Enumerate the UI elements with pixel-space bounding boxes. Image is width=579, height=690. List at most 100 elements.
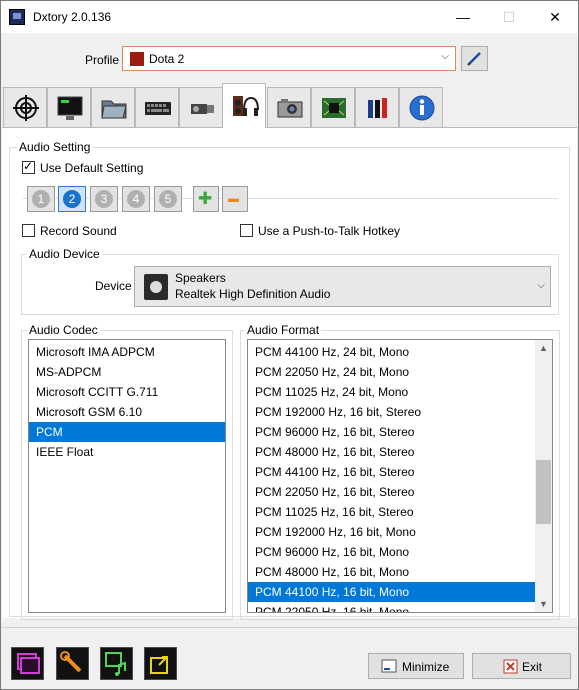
- tab-chip[interactable]: [311, 87, 355, 127]
- maximize-window-button[interactable]: ☐: [486, 1, 532, 33]
- audio-codec-list[interactable]: Microsoft IMA ADPCM MS-ADPCM Microsoft C…: [28, 339, 226, 613]
- exit-icon: [503, 659, 518, 674]
- app-window: Dxtory 2.0.136 — ☐ ✕ Profile Dota 2 ⌵ Au…: [0, 0, 579, 690]
- tab-audio[interactable]: [222, 83, 266, 128]
- list-item[interactable]: PCM 22050 Hz, 16 bit, Mono: [248, 602, 535, 612]
- window-title: Dxtory 2.0.136: [33, 10, 112, 24]
- list-item[interactable]: PCM 192000 Hz, 16 bit, Stereo: [248, 402, 535, 422]
- list-item[interactable]: Microsoft GSM 6.10: [29, 402, 225, 422]
- profile-label: Profile: [85, 53, 120, 67]
- list-item[interactable]: PCM 192000 Hz, 16 bit, Mono: [248, 522, 535, 542]
- list-item[interactable]: PCM 96000 Hz, 16 bit, Stereo: [248, 422, 535, 442]
- info-icon: [409, 95, 435, 121]
- chevron-down-icon: ⌵: [537, 280, 545, 291]
- add-slot-button[interactable]: ✚: [193, 186, 219, 212]
- wrench-icon: [60, 651, 82, 673]
- profile-select[interactable]: Dota 2 ⌵: [122, 46, 456, 71]
- list-item[interactable]: PCM 22050 Hz, 24 bit, Mono: [248, 362, 535, 382]
- minimize-window-icon: [381, 659, 397, 673]
- app-icon: [9, 9, 25, 25]
- push-to-talk-label: Use a Push-to-Talk Hotkey: [258, 224, 401, 238]
- minimize-window-button[interactable]: —: [440, 1, 486, 33]
- tab-video[interactable]: [47, 87, 91, 127]
- scroll-thumb[interactable]: [536, 460, 551, 524]
- keyboard-icon: [145, 102, 171, 115]
- list-item[interactable]: Microsoft IMA ADPCM: [29, 342, 225, 362]
- list-item[interactable]: IEEE Float: [29, 442, 225, 462]
- chevron-down-icon: ⌵: [441, 51, 449, 62]
- list-item[interactable]: PCM 11025 Hz, 16 bit, Stereo: [248, 502, 535, 522]
- minimize-label: Minimize: [402, 660, 450, 674]
- use-default-label: Use Default Setting: [40, 161, 144, 175]
- audio-format-list[interactable]: PCM 44100 Hz, 24 bit, Mono PCM 22050 Hz,…: [247, 339, 553, 613]
- speaker-icon: [144, 274, 168, 300]
- list-item-selected[interactable]: PCM: [29, 422, 225, 442]
- scroll-up-icon[interactable]: ▲: [539, 343, 548, 353]
- plus-icon: ✚: [198, 189, 213, 208]
- scroll-down-icon[interactable]: ▼: [539, 599, 548, 609]
- record-sound-checkbox[interactable]: [22, 224, 35, 237]
- export-button[interactable]: [144, 647, 177, 680]
- remove-slot-button[interactable]: ▬: [222, 186, 248, 212]
- camcorder-icon: [191, 104, 214, 114]
- slot-button-5[interactable]: 5: [154, 186, 182, 212]
- tab-folder[interactable]: [91, 87, 135, 127]
- tab-camera[interactable]: [267, 87, 311, 127]
- profile-value: Dota 2: [149, 52, 185, 66]
- windows-button[interactable]: [11, 647, 44, 680]
- slot-button-4[interactable]: 4: [122, 186, 150, 212]
- footer-divider: [1, 627, 578, 628]
- pen-icon: [467, 52, 481, 66]
- export-icon: [150, 656, 168, 674]
- list-item[interactable]: PCM 22050 Hz, 16 bit, Stereo: [248, 482, 535, 502]
- list-item[interactable]: PCM 44100 Hz, 24 bit, Mono: [248, 342, 535, 362]
- tab-keyboard[interactable]: [135, 87, 179, 127]
- tab-camcorder[interactable]: [179, 87, 223, 127]
- format-scrollbar[interactable]: ▲ ▼: [535, 340, 552, 612]
- slot-button-1[interactable]: 1: [27, 186, 55, 212]
- minus-icon: ▬: [228, 193, 239, 205]
- music-monitor-icon: [105, 652, 126, 676]
- folder-icon: [101, 100, 127, 119]
- push-to-talk-checkbox[interactable]: [240, 224, 253, 237]
- audio-codec-label: Audio Codec: [27, 323, 100, 337]
- slot-button-3[interactable]: 3: [90, 186, 118, 212]
- audio-setting-label: Audio Setting: [17, 140, 93, 154]
- audio-device-label: Audio Device: [27, 247, 102, 261]
- device-driver: Realtek High Definition Audio: [175, 287, 331, 301]
- tools-icon: [368, 98, 387, 118]
- headphones-icon: [233, 96, 259, 116]
- audio-format-label: Audio Format: [245, 323, 322, 337]
- camera-icon: [277, 99, 303, 118]
- audio-output-button[interactable]: [100, 647, 133, 680]
- exit-button[interactable]: Exit: [472, 653, 571, 679]
- tab-info[interactable]: [399, 87, 443, 127]
- device-name: Speakers: [175, 271, 226, 285]
- list-item[interactable]: PCM 44100 Hz, 16 bit, Stereo: [248, 462, 535, 482]
- list-item-selected[interactable]: PCM 44100 Hz, 16 bit, Mono: [248, 582, 535, 602]
- device-select[interactable]: Speakers Realtek High Definition Audio ⌵: [134, 266, 551, 307]
- edit-profile-button[interactable]: [461, 46, 488, 71]
- chip-icon: [322, 98, 346, 118]
- list-item[interactable]: PCM 48000 Hz, 16 bit, Mono: [248, 562, 535, 582]
- use-default-checkbox[interactable]: [22, 159, 35, 174]
- list-item[interactable]: PCM 48000 Hz, 16 bit, Stereo: [248, 442, 535, 462]
- exit-label: Exit: [522, 660, 543, 674]
- list-item[interactable]: MS-ADPCM: [29, 362, 225, 382]
- monitor-icon: [57, 96, 83, 120]
- list-item[interactable]: Microsoft CCITT G.711: [29, 382, 225, 402]
- settings-button[interactable]: [56, 647, 89, 680]
- tab-crosshair[interactable]: [3, 87, 47, 127]
- windows-icon: [17, 653, 40, 674]
- tab-tools[interactable]: [355, 87, 399, 127]
- list-item[interactable]: PCM 96000 Hz, 16 bit, Mono: [248, 542, 535, 562]
- record-sound-label: Record Sound: [40, 224, 117, 238]
- title-bar: Dxtory 2.0.136 — ☐ ✕: [1, 1, 578, 33]
- crosshair-icon: [13, 95, 39, 121]
- close-window-button[interactable]: ✕: [532, 1, 578, 33]
- minimize-button[interactable]: Minimize: [368, 653, 464, 679]
- slot-button-2[interactable]: 2: [58, 186, 86, 212]
- dota-icon: [130, 52, 144, 66]
- device-field-label: Device: [95, 279, 132, 293]
- list-item[interactable]: PCM 11025 Hz, 24 bit, Mono: [248, 382, 535, 402]
